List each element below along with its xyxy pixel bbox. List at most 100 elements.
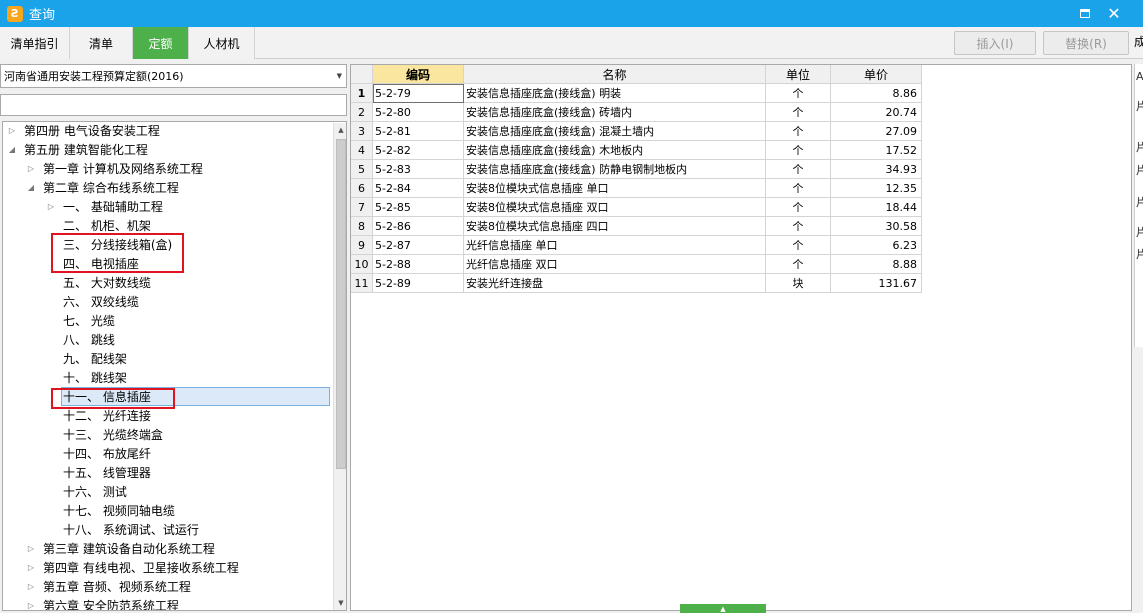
expand-icon[interactable]: ▷ bbox=[45, 202, 57, 211]
cell-unit[interactable]: 个 bbox=[766, 236, 831, 255]
cell-name[interactable]: 安装信息插座底盒(接线盒) 混凝土墙内 bbox=[464, 122, 766, 141]
tree-item[interactable]: 十七、 视频同轴电缆 bbox=[45, 501, 175, 520]
cell-code[interactable]: 5-2-83 bbox=[373, 160, 464, 179]
cell-price[interactable]: 131.67 bbox=[831, 274, 922, 293]
header-price[interactable]: 单价 bbox=[831, 65, 922, 84]
tree-item[interactable]: ▷ 第五章 音频、视频系统工程 bbox=[25, 577, 191, 596]
header-name[interactable]: 名称 bbox=[464, 65, 766, 84]
replace-button[interactable]: 替换(R) bbox=[1043, 31, 1129, 55]
expand-icon[interactable]: ▷ bbox=[25, 601, 37, 610]
cell-name[interactable]: 安装信息插座底盒(接线盒) 防静电钢制地板内 bbox=[464, 160, 766, 179]
header-code[interactable]: 编码 bbox=[373, 65, 464, 84]
tree-item[interactable]: 七、 光缆 bbox=[45, 311, 115, 330]
scroll-down-icon[interactable]: ▼ bbox=[334, 596, 346, 610]
tree-item[interactable]: 十八、 系统调试、试运行 bbox=[45, 520, 199, 539]
scroll-up-icon[interactable]: ▲ bbox=[334, 123, 346, 137]
tree-item[interactable]: 十四、 布放尾纤 bbox=[45, 444, 151, 463]
cell-name[interactable]: 安装信息插座底盒(接线盒) 砖墙内 bbox=[464, 103, 766, 122]
cell-unit[interactable]: 个 bbox=[766, 255, 831, 274]
tab-bill[interactable]: 清单 bbox=[70, 27, 133, 59]
cell-name[interactable]: 安装8位模块式信息插座 单口 bbox=[464, 179, 766, 198]
tab-bill-guide[interactable]: 清单指引 bbox=[0, 27, 70, 59]
insert-button[interactable]: 插入(I) bbox=[954, 31, 1036, 55]
cell-price[interactable]: 20.74 bbox=[831, 103, 922, 122]
cell-unit[interactable]: 个 bbox=[766, 84, 831, 103]
tree-item[interactable]: 十五、 线管理器 bbox=[45, 463, 151, 482]
expand-icon[interactable]: ▷ bbox=[25, 544, 37, 553]
tree-item[interactable]: ▷ 一、 基础辅助工程 bbox=[45, 197, 163, 216]
cell-unit[interactable]: 个 bbox=[766, 198, 831, 217]
cell-code[interactable]: 5-2-80 bbox=[373, 103, 464, 122]
expand-icon[interactable]: ▷ bbox=[6, 126, 18, 135]
cell-name[interactable]: 安装信息插座底盒(接线盒) 明装 bbox=[464, 84, 766, 103]
row-number[interactable]: 8 bbox=[351, 217, 373, 236]
tab-quota[interactable]: 定额 bbox=[133, 27, 189, 59]
cell-unit[interactable]: 个 bbox=[766, 141, 831, 160]
cell-price[interactable]: 27.09 bbox=[831, 122, 922, 141]
collapse-icon[interactable]: ◢ bbox=[6, 145, 18, 154]
row-number[interactable]: 5 bbox=[351, 160, 373, 179]
cell-price[interactable]: 34.93 bbox=[831, 160, 922, 179]
tree-item[interactable]: 八、 跳线 bbox=[45, 330, 115, 349]
collapse-icon[interactable]: ◢ bbox=[25, 183, 37, 192]
cell-code[interactable]: 5-2-82 bbox=[373, 141, 464, 160]
row-number[interactable]: 9 bbox=[351, 236, 373, 255]
tree-item[interactable]: ◢ 第五册 建筑智能化工程 bbox=[6, 140, 148, 159]
tree-item[interactable]: 十、 跳线架 bbox=[45, 368, 127, 387]
tree-item[interactable]: 十六、 测试 bbox=[45, 482, 127, 501]
cell-code[interactable]: 5-2-88 bbox=[373, 255, 464, 274]
filter-input[interactable] bbox=[0, 94, 347, 116]
cell-code[interactable]: 5-2-84 bbox=[373, 179, 464, 198]
tab-labor-material[interactable]: 人材机 bbox=[189, 27, 255, 59]
cell-unit[interactable]: 个 bbox=[766, 122, 831, 141]
cell-price[interactable]: 12.35 bbox=[831, 179, 922, 198]
scroll-thumb[interactable] bbox=[336, 139, 346, 469]
cell-price[interactable]: 30.58 bbox=[831, 217, 922, 236]
cell-code[interactable]: 5-2-86 bbox=[373, 217, 464, 236]
row-number[interactable]: 3 bbox=[351, 122, 373, 141]
tree-item[interactable]: 六、 双绞线缆 bbox=[45, 292, 139, 311]
row-number[interactable]: 4 bbox=[351, 141, 373, 160]
row-number[interactable]: 2 bbox=[351, 103, 373, 122]
cell-name[interactable]: 安装8位模块式信息插座 四口 bbox=[464, 217, 766, 236]
row-number[interactable]: 10 bbox=[351, 255, 373, 274]
chevron-down-icon[interactable]: ▼ bbox=[337, 72, 342, 80]
cell-name[interactable]: 安装信息插座底盒(接线盒) 木地板内 bbox=[464, 141, 766, 160]
cell-price[interactable]: 6.23 bbox=[831, 236, 922, 255]
tree-item[interactable]: 十三、 光缆终端盒 bbox=[45, 425, 163, 444]
tree-item[interactable]: ▷ 第三章 建筑设备自动化系统工程 bbox=[25, 539, 215, 558]
expand-icon[interactable]: ▷ bbox=[25, 164, 37, 173]
row-number[interactable]: 1 bbox=[351, 84, 373, 103]
tree-scrollbar[interactable]: ▲ ▼ bbox=[333, 123, 346, 610]
tree-item[interactable]: ◢ 第二章 综合布线系统工程 bbox=[25, 178, 179, 197]
tree-item[interactable]: ▷ 第四章 有线电视、卫星接收系统工程 bbox=[25, 558, 239, 577]
cell-code[interactable]: 5-2-79 bbox=[373, 84, 464, 103]
cell-code[interactable]: 5-2-89 bbox=[373, 274, 464, 293]
row-number[interactable]: 11 bbox=[351, 274, 373, 293]
row-number[interactable]: 7 bbox=[351, 198, 373, 217]
cell-price[interactable]: 18.44 bbox=[831, 198, 922, 217]
header-unit[interactable]: 单位 bbox=[766, 65, 831, 84]
row-number[interactable]: 6 bbox=[351, 179, 373, 198]
cell-price[interactable]: 8.86 bbox=[831, 84, 922, 103]
cell-unit[interactable]: 个 bbox=[766, 179, 831, 198]
close-button[interactable]: ✕ bbox=[1103, 3, 1125, 23]
panel-toggle-handle[interactable]: ▲ bbox=[680, 604, 766, 613]
cell-unit[interactable]: 个 bbox=[766, 103, 831, 122]
cell-unit[interactable]: 个 bbox=[766, 217, 831, 236]
expand-icon[interactable]: ▷ bbox=[25, 563, 37, 572]
cell-code[interactable]: 5-2-81 bbox=[373, 122, 464, 141]
tree-item[interactable]: ▷ 第六章 安全防范系统工程 bbox=[25, 596, 179, 610]
maximize-button[interactable] bbox=[1074, 3, 1096, 23]
cell-name[interactable]: 光纤信息插座 双口 bbox=[464, 255, 766, 274]
cell-price[interactable]: 17.52 bbox=[831, 141, 922, 160]
expand-icon[interactable]: ▷ bbox=[25, 582, 37, 591]
tree-item[interactable]: ▷ 第一章 计算机及网络系统工程 bbox=[25, 159, 203, 178]
cell-name[interactable]: 光纤信息插座 单口 bbox=[464, 236, 766, 255]
cell-code[interactable]: 5-2-87 bbox=[373, 236, 464, 255]
cell-unit[interactable]: 块 bbox=[766, 274, 831, 293]
cell-price[interactable]: 8.88 bbox=[831, 255, 922, 274]
cell-name[interactable]: 安装光纤连接盘 bbox=[464, 274, 766, 293]
cell-unit[interactable]: 个 bbox=[766, 160, 831, 179]
cell-name[interactable]: 安装8位模块式信息插座 双口 bbox=[464, 198, 766, 217]
